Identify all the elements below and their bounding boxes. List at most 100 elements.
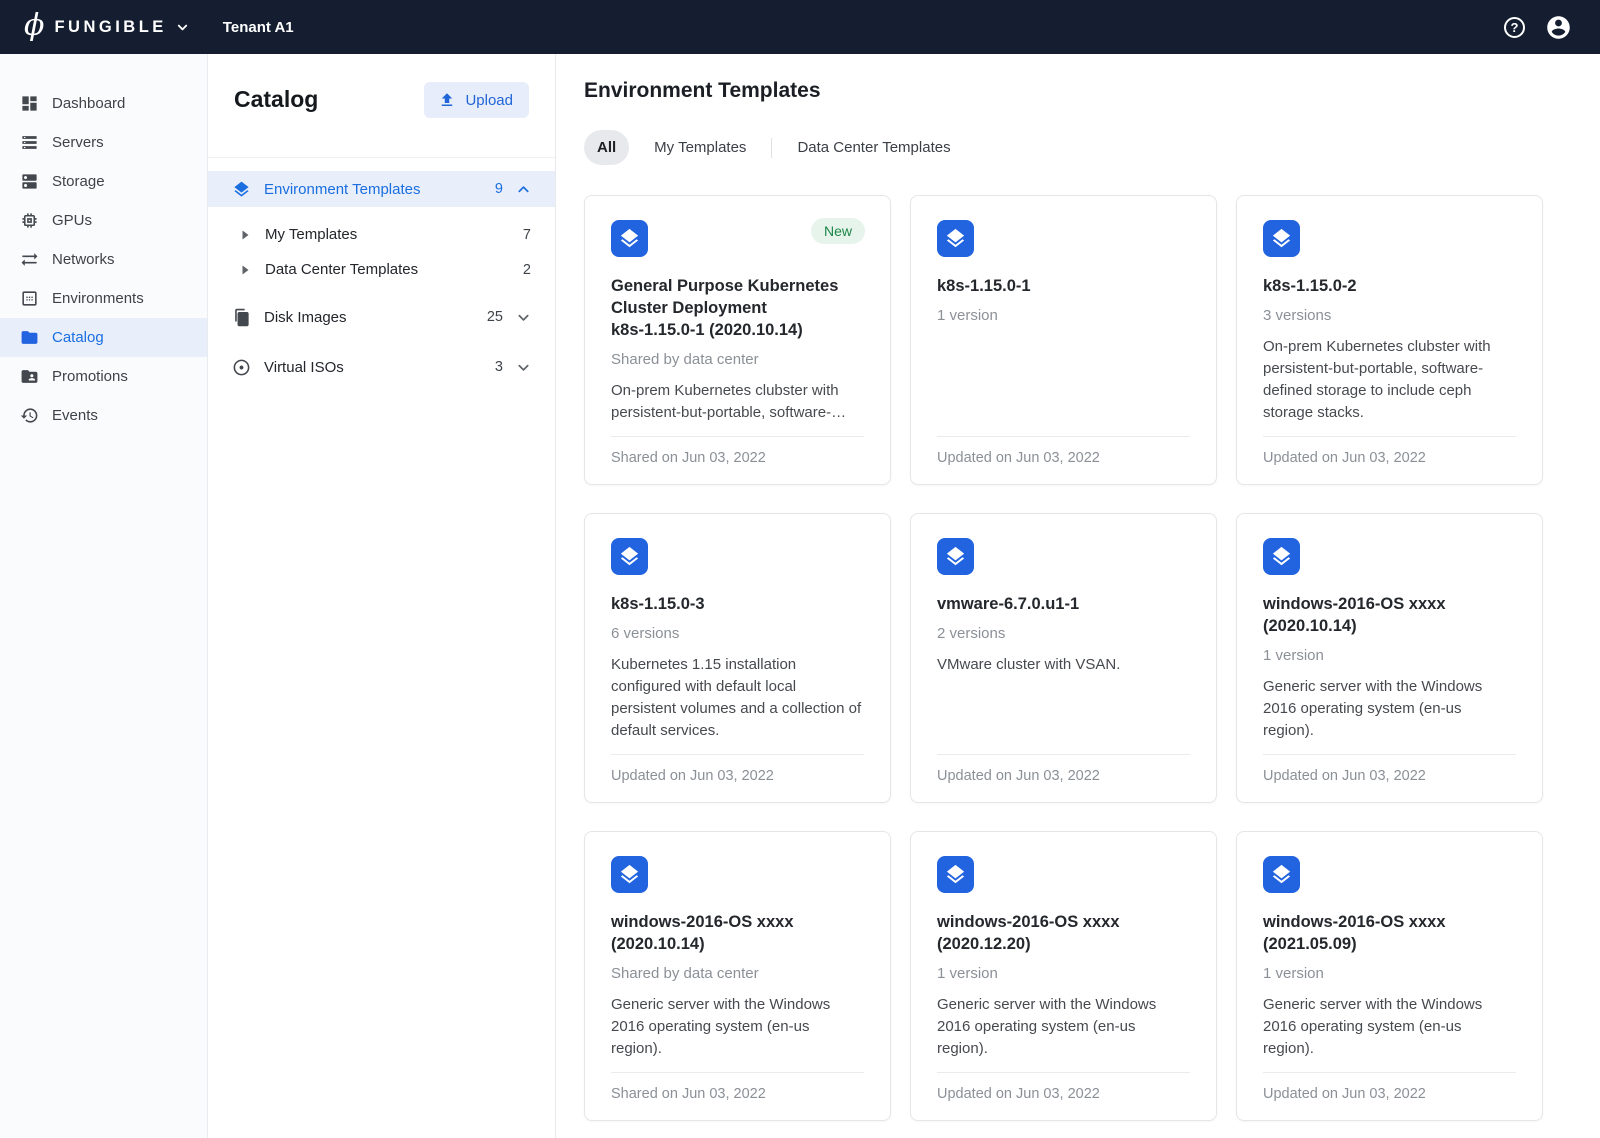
chip-divider xyxy=(771,138,772,158)
new-badge: New xyxy=(811,218,865,244)
card-footer-date: Updated on Jun 03, 2022 xyxy=(937,754,1190,784)
upload-button[interactable]: Upload xyxy=(424,82,529,118)
tree-item-count: 9 xyxy=(495,181,503,197)
layers-icon xyxy=(937,856,974,893)
card-meta: 3 versions xyxy=(1263,307,1516,324)
help-icon[interactable]: ? xyxy=(1504,17,1525,38)
card-meta: 1 version xyxy=(1263,647,1516,664)
promotions-icon xyxy=(20,367,39,386)
template-card[interactable]: windows-2016-OS xxxx (2020.10.14)1 versi… xyxy=(1236,513,1543,803)
filter-chip-my-templates[interactable]: My Templates xyxy=(654,139,746,156)
brand-name: FUNGIBLE xyxy=(54,18,166,37)
tenant-switcher[interactable]: ϕ FUNGIBLE xyxy=(24,14,189,41)
card-title: vmware-6.7.0.u1-1 xyxy=(937,594,1190,616)
template-card[interactable]: k8s-1.15.0-11 versionUpdated on Jun 03, … xyxy=(910,195,1217,485)
sidebar-item-label: Dashboard xyxy=(52,95,125,112)
sidebar-item-events[interactable]: Events xyxy=(0,396,207,435)
filter-chip-all[interactable]: All xyxy=(584,130,629,165)
template-card[interactable]: windows-2016-OS xxxx (2021.05.09)1 versi… xyxy=(1236,831,1543,1121)
servers-icon xyxy=(20,133,39,152)
fungible-logo-icon: ϕ xyxy=(24,11,44,41)
card-description: On-prem Kubernetes clubster with persist… xyxy=(1263,336,1516,424)
tree-item-label: Data Center Templates xyxy=(265,261,523,278)
card-description: VMware cluster with VSAN. xyxy=(937,654,1190,676)
tree-item-my-templates[interactable]: My Templates7 xyxy=(208,217,555,252)
card-description: Generic server with the Windows 2016 ope… xyxy=(937,994,1190,1060)
sidebar-item-environments[interactable]: Environments xyxy=(0,279,207,318)
tree-item-virtual-isos[interactable]: Virtual ISOs3 xyxy=(208,349,555,385)
card-title: General Purpose Kubernetes Cluster Deplo… xyxy=(611,276,864,342)
card-footer-date: Updated on Jun 03, 2022 xyxy=(937,1072,1190,1102)
card-footer-date: Shared on Jun 03, 2022 xyxy=(611,1072,864,1102)
gpus-icon xyxy=(20,211,39,230)
events-icon xyxy=(20,406,39,425)
filter-chips: All My Templates Data Center Templates xyxy=(584,130,1543,165)
card-title: windows-2016-OS xxxx (2021.05.09) xyxy=(1263,912,1516,956)
upload-button-label: Upload xyxy=(465,92,513,109)
dashboard-icon xyxy=(20,94,39,113)
template-card[interactable]: windows-2016-OS xxxx (2020.10.14)Shared … xyxy=(584,831,891,1121)
layers-icon xyxy=(1263,220,1300,257)
card-footer-date: Updated on Jun 03, 2022 xyxy=(1263,754,1516,784)
template-card[interactable]: windows-2016-OS xxxx (2020.12.20) 1 versi… xyxy=(910,831,1217,1121)
sidebar-item-promotions[interactable]: Promotions xyxy=(0,357,207,396)
sidebar-item-label: Storage xyxy=(52,173,105,190)
card-description: Generic server with the Windows 2016 ope… xyxy=(1263,994,1516,1060)
card-description: Generic server with the Windows 2016 ope… xyxy=(1263,676,1516,742)
layers-icon xyxy=(611,220,648,257)
sidebar: Dashboard Servers Storage GPUs Networks Envir… xyxy=(0,54,208,1138)
tree-item-count: 25 xyxy=(487,309,503,325)
chevron-down-icon[interactable] xyxy=(516,360,531,375)
layers-icon xyxy=(937,538,974,575)
tree-item-label: My Templates xyxy=(265,226,523,243)
card-footer-date: Updated on Jun 03, 2022 xyxy=(611,754,864,784)
tree-item-label: Virtual ISOs xyxy=(264,359,495,376)
filter-chip-data-center-templates[interactable]: Data Center Templates xyxy=(797,139,950,156)
tree-item-count: 7 xyxy=(523,227,531,243)
account-icon[interactable] xyxy=(1545,14,1572,41)
chevron-up-icon[interactable] xyxy=(516,182,531,197)
catalog-panel: Catalog Upload Environment Templates9 My … xyxy=(208,54,556,1138)
sidebar-item-networks[interactable]: Networks xyxy=(0,240,207,279)
template-card-grid: New General Purpose Kubernetes Cluster De… xyxy=(584,195,1543,1121)
card-title: k8s-1.15.0-3 xyxy=(611,594,864,616)
card-meta: 6 versions xyxy=(611,625,864,642)
triangle-right-icon[interactable] xyxy=(241,229,250,241)
tree-item-data-center-templates[interactable]: Data Center Templates2 xyxy=(208,252,555,287)
template-card[interactable]: k8s-1.15.0-23 versionsOn-prem Kubernetes… xyxy=(1236,195,1543,485)
card-footer-date: Updated on Jun 03, 2022 xyxy=(1263,1072,1516,1102)
tree-item-disk-images[interactable]: Disk Images25 xyxy=(208,299,555,335)
card-meta: 1 version xyxy=(937,965,1190,982)
chevron-down-icon[interactable] xyxy=(516,310,531,325)
tree-item-environment-templates[interactable]: Environment Templates9 xyxy=(208,171,555,207)
sidebar-item-label: Servers xyxy=(52,134,104,151)
card-title: windows-2016-OS xxxx (2020.12.20) xyxy=(937,912,1190,956)
topbar: ϕ FUNGIBLE Tenant A1 ? xyxy=(0,0,1600,54)
sidebar-item-label: Environments xyxy=(52,290,144,307)
upload-icon xyxy=(438,91,456,109)
sidebar-item-gpus[interactable]: GPUs xyxy=(0,201,207,240)
card-description: Generic server with the Windows 2016 ope… xyxy=(611,994,864,1060)
card-footer-date: Shared on Jun 03, 2022 xyxy=(611,436,864,466)
card-title: k8s-1.15.0-1 xyxy=(937,276,1190,298)
sidebar-item-dashboard[interactable]: Dashboard xyxy=(0,84,207,123)
copy-icon xyxy=(232,308,251,327)
tree-item-count: 3 xyxy=(495,359,503,375)
disc-icon xyxy=(232,358,251,377)
layers-icon xyxy=(937,220,974,257)
sidebar-item-label: Networks xyxy=(52,251,115,268)
sidebar-item-label: Catalog xyxy=(52,329,104,346)
layers-icon xyxy=(611,538,648,575)
sidebar-item-catalog[interactable]: Catalog xyxy=(0,318,207,357)
sidebar-item-servers[interactable]: Servers xyxy=(0,123,207,162)
template-card[interactable]: k8s-1.15.0-36 versionsKubernetes 1.15 in… xyxy=(584,513,891,803)
triangle-right-icon[interactable] xyxy=(241,264,250,276)
catalog-icon xyxy=(20,328,39,347)
sidebar-item-storage[interactable]: Storage xyxy=(0,162,207,201)
catalog-panel-title: Catalog xyxy=(234,86,318,113)
storage-icon xyxy=(20,172,39,191)
template-card[interactable]: New General Purpose Kubernetes Cluster De… xyxy=(584,195,891,485)
chevron-down-icon xyxy=(176,21,189,34)
card-footer-date: Updated on Jun 03, 2022 xyxy=(1263,436,1516,466)
template-card[interactable]: vmware-6.7.0.u1-12 versionsVMware cluste… xyxy=(910,513,1217,803)
